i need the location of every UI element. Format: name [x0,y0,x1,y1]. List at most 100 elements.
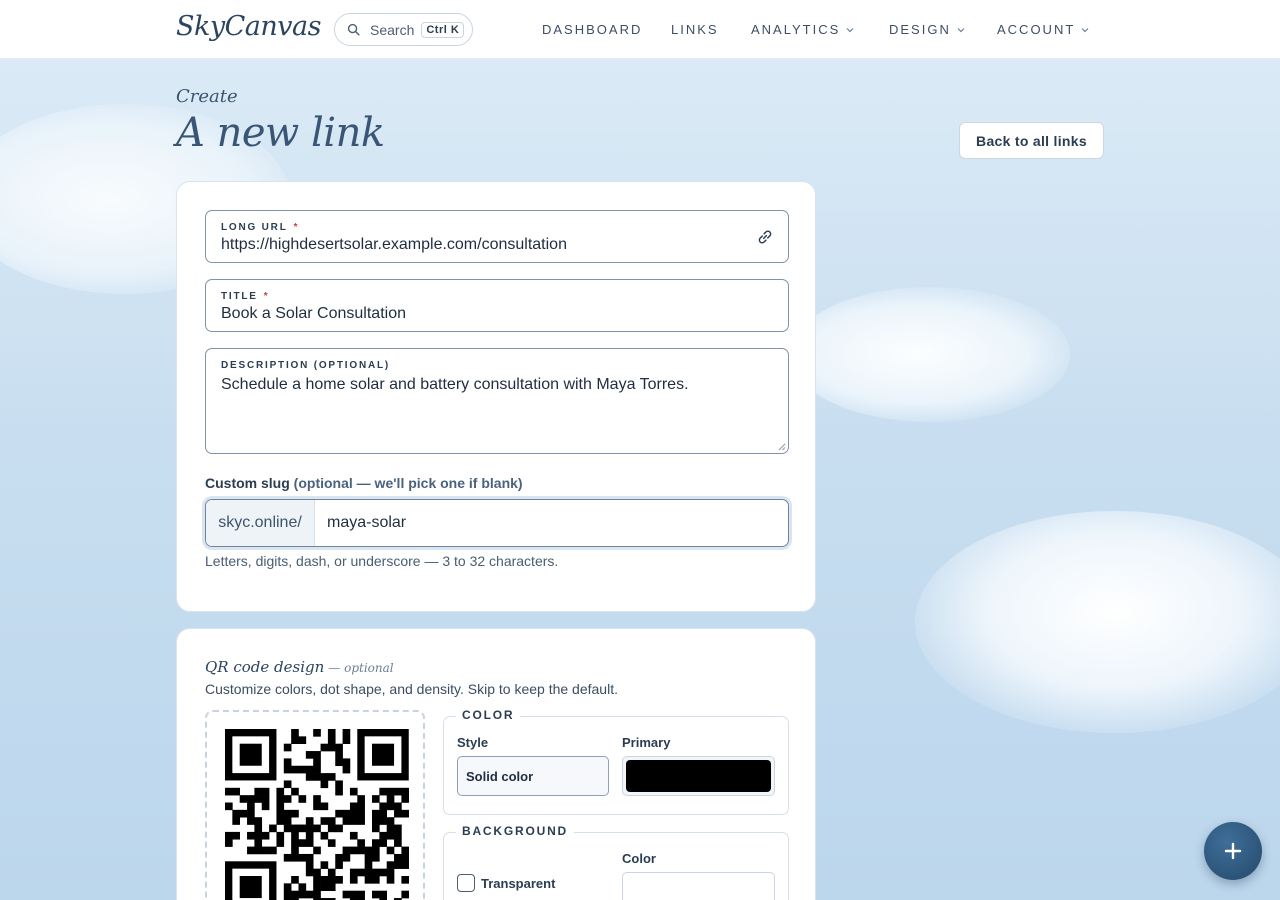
page-title: A new link [176,110,385,156]
qr-module [291,765,299,774]
qr-module [283,817,292,825]
transparent-label: Transparent [481,875,556,891]
qr-module [327,736,336,744]
slug-label-hint: (optional — we'll pick one if blank) [293,475,523,491]
long-url-field[interactable]: LONG URL * https://highdesertsolar.exampl… [205,210,789,263]
qr-module [283,743,292,752]
qr-module [291,809,299,818]
search-button[interactable]: Search Ctrl K [334,13,473,46]
qr-module [254,839,263,847]
nav-label: DASHBOARD [542,22,643,37]
app-logo[interactable]: SkyCanvas [176,11,321,42]
bg-color-label: Color [622,851,656,866]
qr-module [305,890,314,899]
qr-module [386,787,395,796]
qr-module [247,809,255,818]
qr-module [364,876,373,884]
qr-module [357,839,365,847]
nav-account[interactable]: ACCOUNT [997,22,1089,37]
qr-module [283,795,292,803]
qr-module [372,809,380,818]
qr-module [298,824,307,833]
qr-module [305,751,314,759]
description-field[interactable]: DESCRIPTION (OPTIONAL) Schedule a home s… [205,348,789,454]
title-field[interactable]: TITLE * Book a Solar Consultation [205,279,789,332]
long-url-label: LONG URL [221,222,288,233]
qr-module [379,839,387,847]
qr-module [291,846,299,855]
nav-analytics[interactable]: ANALYTICS [751,22,854,37]
qr-design-card: QR code design — optional Customize color… [176,628,816,900]
qr-module [261,787,270,796]
qr-module [313,824,321,833]
qr-module [225,802,233,811]
qr-module [313,802,321,811]
qr-module [313,729,321,737]
qr-module [305,839,314,847]
qr-module [276,839,285,847]
qr-module [254,831,263,840]
qr-module [276,795,285,803]
nav-design[interactable]: DESIGN [889,22,965,37]
qr-module [342,817,351,825]
qr-module [372,853,380,862]
qr-module [313,890,321,899]
page-eyebrow: Create [176,86,238,107]
qr-module [335,787,343,796]
qr-module [327,824,336,833]
qr-module [298,853,307,862]
transparent-checkbox[interactable] [457,874,475,892]
qr-module [335,853,343,862]
qr-module [372,824,380,833]
qr-module [342,809,351,818]
qr-code-image [225,729,409,900]
qr-section-title: QR code design — optional [205,658,394,676]
qr-module [364,853,373,862]
qr-module [349,846,358,855]
qr-module [298,736,307,744]
qr-module [386,876,395,884]
qr-module [357,868,365,877]
background-color-picker[interactable] [622,872,775,900]
create-fab-button[interactable] [1204,822,1262,880]
qr-module [225,787,233,796]
qr-module [327,817,336,825]
qr-module [394,802,402,811]
qr-module [283,758,292,767]
qr-module [291,729,299,737]
qr-module [342,846,351,855]
qr-module [313,758,321,767]
qr-module [298,795,307,803]
qr-module [283,824,292,833]
qr-module [283,765,292,774]
qr-module [305,868,314,877]
resize-handle-icon[interactable] [777,442,786,451]
qr-module [261,802,270,811]
nav-links[interactable]: LINKS [671,22,719,37]
transparent-toggle[interactable]: Transparent [457,874,555,892]
back-to-links-button[interactable]: Back to all links [959,122,1104,159]
qr-module [379,817,387,825]
qr-module [379,868,387,877]
slug-help-text: Letters, digits, dash, or underscore — 3… [205,553,559,569]
qr-module [225,831,233,840]
slug-input[interactable]: maya-solar [315,500,788,546]
qr-module [305,765,314,774]
qr-module [349,876,358,884]
qr-module [335,824,343,833]
qr-module [335,743,343,752]
qr-module [269,824,277,833]
slug-input-group: skyc.online/ maya-solar [205,499,789,547]
color-style-select[interactable]: Solid color [457,756,609,796]
chevron-down-icon [957,27,965,32]
chevron-down-icon [1081,27,1089,32]
qr-module [342,890,351,899]
qr-module [320,743,329,752]
primary-color-picker[interactable] [622,756,775,796]
qr-module [239,743,262,766]
top-navigation-bar: SkyCanvas Search Ctrl K DASHBOARD LINKS … [0,0,1280,59]
cloud-decoration [915,511,1280,733]
qr-module [239,809,248,818]
nav-dashboard[interactable]: DASHBOARD [542,22,642,37]
qr-background-section: BACKGROUND Color Transparent [443,824,789,900]
